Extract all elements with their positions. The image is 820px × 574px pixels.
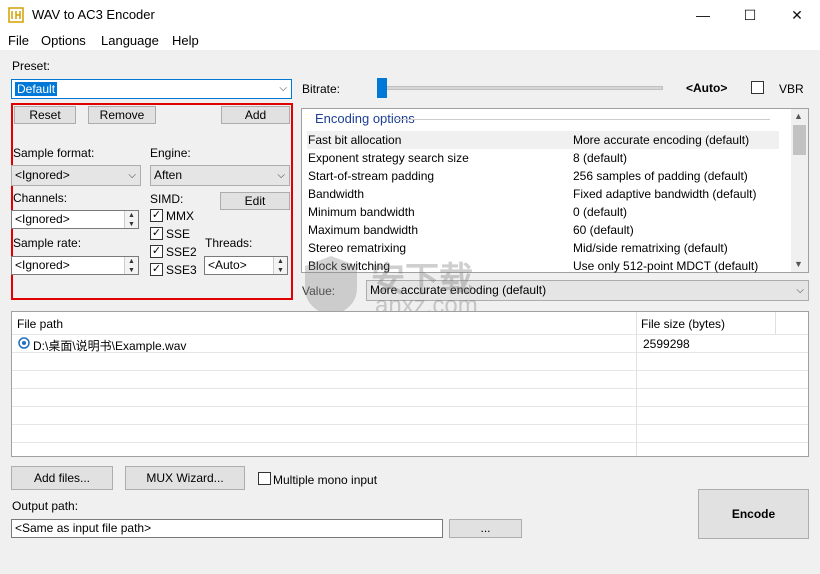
menu-file[interactable]: File	[8, 33, 29, 48]
mux-wizard-button[interactable]: MUX Wizard...	[125, 466, 245, 490]
sse2-label: SSE2	[166, 245, 197, 259]
minimize-button[interactable]: —	[680, 0, 726, 30]
option-value: 8 (default)	[573, 151, 628, 165]
remove-button[interactable]: Remove	[88, 106, 156, 124]
window-title: WAV to AC3 Encoder	[32, 7, 155, 22]
threads-input[interactable]: <Auto> ▲ ▼	[204, 256, 288, 275]
option-name: Start-of-stream padding	[308, 169, 435, 183]
sse3-label: SSE3	[166, 263, 197, 277]
row-line	[12, 442, 808, 443]
chevron-down-icon: ⌵	[128, 170, 136, 181]
option-value: 256 samples of padding (default)	[573, 169, 748, 183]
file-size-header[interactable]: File size (bytes)	[641, 317, 725, 331]
add-files-button[interactable]: Add files...	[11, 466, 113, 490]
scrollbar-thumb[interactable]	[793, 125, 806, 155]
output-path-label: Output path:	[12, 499, 79, 513]
option-row[interactable]: Exponent strategy search size 8 (default)	[307, 149, 779, 167]
threads-label: Threads:	[205, 236, 253, 250]
row-line	[12, 388, 808, 389]
row-line	[12, 370, 808, 371]
title-separator	[395, 119, 770, 120]
option-value: Use only 512-point MDCT (default)	[573, 259, 759, 273]
option-row[interactable]: Maximum bandwidth 60 (default)	[307, 221, 779, 239]
row-line	[12, 352, 808, 353]
menu-options[interactable]: Options	[41, 33, 86, 48]
menu-language[interactable]: Language	[101, 33, 159, 48]
row-line	[12, 406, 808, 407]
preset-combo[interactable]: Default ⌵	[11, 79, 292, 99]
bitrate-value: <Auto>	[686, 81, 728, 95]
option-value: Mid/side rematrixing (default)	[573, 241, 728, 255]
vbr-label: VBR	[779, 82, 804, 96]
sample-rate-value: <Ignored>	[15, 258, 70, 272]
option-name: Maximum bandwidth	[308, 223, 419, 237]
sample-rate-input[interactable]: <Ignored> ▲ ▼	[11, 256, 139, 275]
option-value: More accurate encoding (default)	[573, 133, 750, 147]
sample-rate-spinner[interactable]: ▲ ▼	[124, 257, 138, 274]
app-icon	[8, 7, 24, 23]
menu-help[interactable]: Help	[172, 33, 199, 48]
option-value: Fixed adaptive bandwidth (default)	[573, 187, 757, 201]
option-name: Bandwidth	[308, 187, 365, 201]
threads-spinner[interactable]: ▲ ▼	[273, 257, 287, 274]
browse-button[interactable]: ...	[449, 519, 522, 538]
close-button[interactable]: ✕	[774, 0, 820, 30]
edit-button[interactable]: Edit	[220, 192, 290, 210]
engine-combo[interactable]: Aften ⌵	[150, 165, 290, 186]
sse3-checkbox[interactable]: ✓	[150, 263, 163, 276]
channels-value: <Ignored>	[15, 212, 70, 226]
option-row[interactable]: Start-of-stream padding 256 samples of pa…	[307, 167, 779, 185]
sample-format-label: Sample format:	[13, 146, 95, 160]
reset-button[interactable]: Reset	[14, 106, 76, 124]
option-name: Exponent strategy search size	[308, 151, 469, 165]
audio-file-icon	[18, 337, 30, 349]
bitrate-slider-track[interactable]	[383, 86, 663, 90]
option-value: 60 (default)	[573, 223, 634, 237]
row-line	[12, 424, 808, 425]
option-name: Minimum bandwidth	[308, 205, 415, 219]
scroll-up-icon[interactable]: ▲	[794, 111, 803, 121]
scroll-down-icon[interactable]: ▼	[794, 259, 803, 269]
multiple-mono-label: Multiple mono input	[273, 473, 378, 487]
preset-value: Default	[15, 82, 58, 96]
engine-label: Engine:	[150, 146, 191, 160]
file-size-cell: 2599298	[643, 337, 690, 351]
engine-value: Aften	[154, 168, 183, 182]
add-button[interactable]: Add	[221, 106, 290, 124]
files-list[interactable]	[11, 311, 809, 457]
shield-icon	[305, 256, 357, 316]
mmx-label: MMX	[166, 209, 194, 223]
option-row[interactable]: Fast bit allocation More accurate encodin…	[307, 131, 779, 149]
vbr-checkbox[interactable]	[751, 81, 764, 94]
option-row[interactable]: Minimum bandwidth 0 (default)	[307, 203, 779, 221]
multiple-mono-checkbox[interactable]	[258, 472, 271, 485]
sse-checkbox[interactable]: ✓	[150, 227, 163, 240]
channels-input[interactable]: <Ignored> ▲ ▼	[11, 210, 139, 229]
column-separator	[775, 312, 776, 334]
chevron-down-icon: ⌵	[796, 285, 804, 296]
channels-label: Channels:	[13, 191, 68, 205]
simd-label: SIMD:	[150, 192, 184, 206]
preset-label: Preset:	[12, 59, 51, 73]
file-path-header[interactable]: File path	[17, 317, 63, 331]
option-row[interactable]: Bandwidth Fixed adaptive bandwidth (defau…	[307, 185, 779, 203]
chevron-down-icon: ⌵	[279, 83, 287, 94]
chevron-down-icon: ⌵	[277, 170, 285, 181]
threads-value: <Auto>	[208, 258, 247, 272]
output-path-input[interactable]: <Same as input file path>	[11, 519, 443, 538]
option-value: 0 (default)	[573, 205, 628, 219]
sse-label: SSE	[166, 227, 191, 241]
sample-rate-label: Sample rate:	[13, 236, 82, 250]
channels-spinner[interactable]: ▲ ▼	[124, 211, 138, 228]
encode-button[interactable]: Encode	[698, 489, 809, 539]
option-name: Fast bit allocation	[308, 133, 402, 147]
maximize-button[interactable]: ☐	[727, 0, 773, 30]
sse2-checkbox[interactable]: ✓	[150, 245, 163, 258]
bitrate-label: Bitrate:	[302, 82, 341, 96]
sample-format-value: <Ignored>	[15, 168, 70, 182]
bitrate-slider-thumb[interactable]	[377, 78, 387, 98]
sample-format-combo[interactable]: <Ignored> ⌵	[11, 165, 141, 186]
mmx-checkbox[interactable]: ✓	[150, 209, 163, 222]
